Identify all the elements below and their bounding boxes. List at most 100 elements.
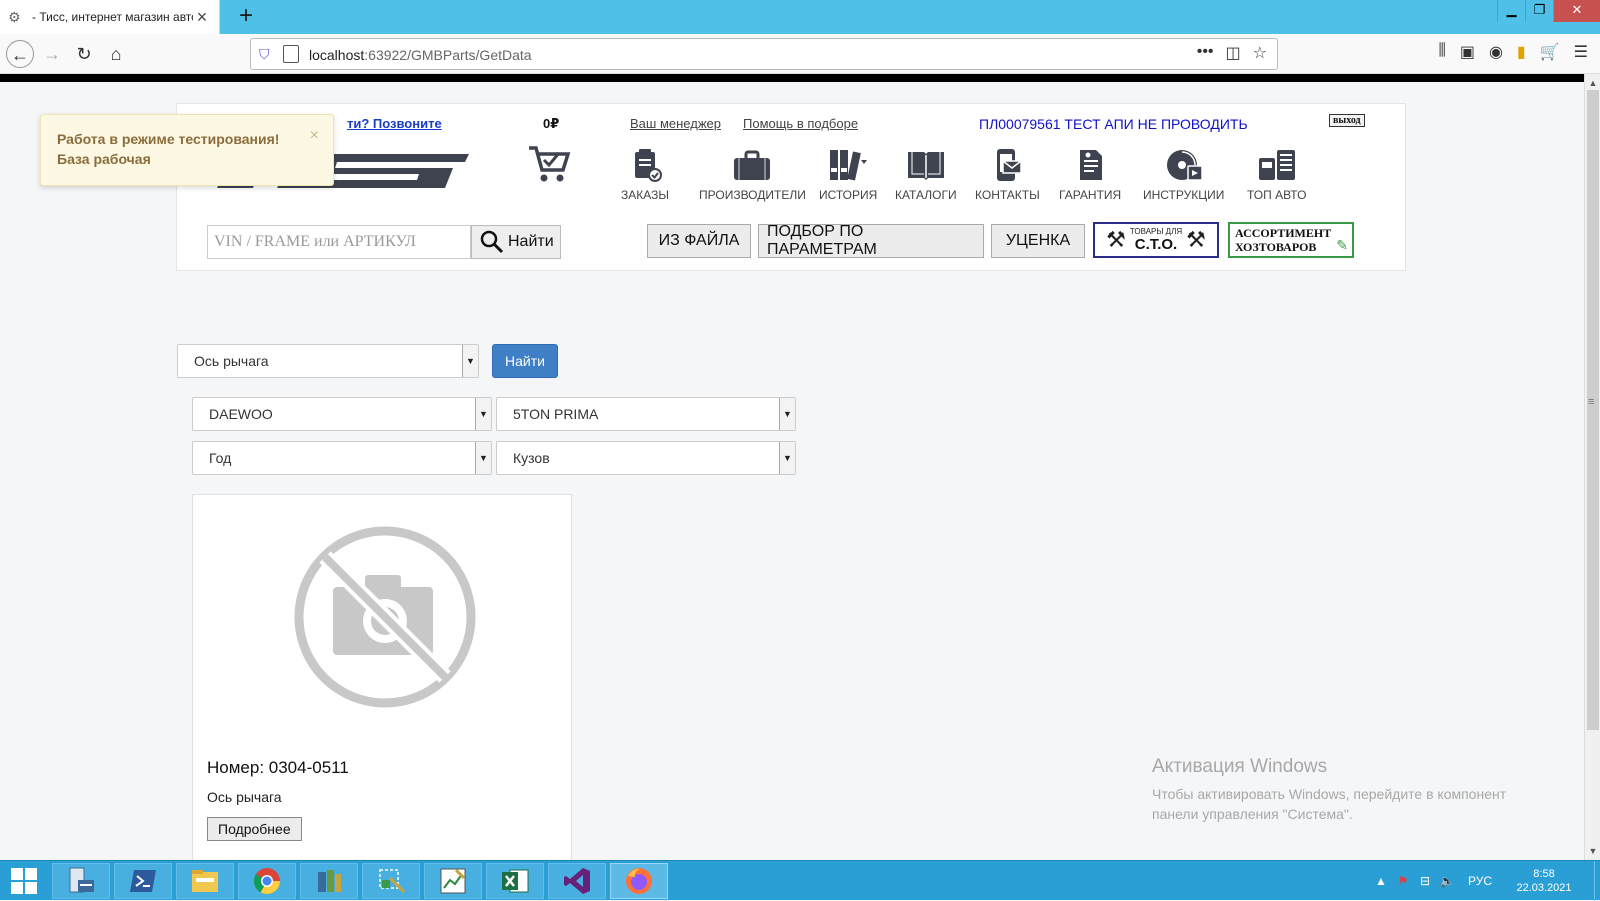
page-scrollbar[interactable]: ▲ ≡ ▼ xyxy=(1584,74,1600,860)
browser-nav-bar: ← → ↻ ⌂ ⛉ localhost:63922/GMBParts/GetDa… xyxy=(0,34,1600,74)
product-name: Ось рычага xyxy=(207,789,282,805)
page-viewport: ти? Позвоните 0₽ Ваш менеджер Помощь в п… xyxy=(0,82,1584,860)
menu-orders[interactable]: ЗАКАЗЫ xyxy=(621,148,669,202)
chevron-down-icon: ▼ xyxy=(475,398,491,430)
sto-goods-banner[interactable]: ⚒ ТОВАРЫ ДЛЯ С.Т.О. ⚒ xyxy=(1093,222,1219,258)
balance: 0₽ xyxy=(543,116,560,131)
details-button[interactable]: Подробнее xyxy=(207,817,302,841)
url-text: localhost:63922/GMBParts/GetData xyxy=(309,47,532,63)
exit-button[interactable]: выход xyxy=(1329,114,1365,127)
visual-studio-icon xyxy=(564,868,590,894)
scroll-down-icon[interactable]: ▼ xyxy=(1585,844,1600,858)
cart-icon[interactable] xyxy=(527,144,571,184)
cart-extension-icon[interactable]: 🛒 xyxy=(1540,42,1560,62)
year-select[interactable]: Год ▼ xyxy=(192,441,492,475)
menu-top-auto[interactable]: ТОП АВТО xyxy=(1247,148,1306,202)
taskbar-visual-studio[interactable] xyxy=(548,863,606,899)
shield-icon[interactable]: ⛉ xyxy=(259,46,275,62)
restore-button[interactable]: ❐ xyxy=(1525,0,1553,22)
firefox-icon xyxy=(626,868,652,894)
taskbar-firefox[interactable] xyxy=(610,863,668,899)
part-select[interactable]: Ось рычага ▼ xyxy=(177,344,479,378)
menu-warranty[interactable]: ГАРАНТИЯ xyxy=(1059,148,1121,202)
help-link[interactable]: Помощь в подборе xyxy=(743,116,858,131)
taskbar-excel[interactable] xyxy=(486,863,544,899)
menu-instructions[interactable]: ИНСТРУКЦИИ xyxy=(1143,148,1224,202)
back-button[interactable]: ← xyxy=(6,40,34,68)
home-button[interactable]: ⌂ xyxy=(102,40,130,68)
menu-catalogs[interactable]: КАТАЛОГИ xyxy=(895,148,957,202)
body-select[interactable]: Кузов ▼ xyxy=(496,441,796,475)
network-icon[interactable]: ⊟ xyxy=(1414,874,1436,888)
address-bar[interactable]: ⛉ localhost:63922/GMBParts/GetData ••• ◫… xyxy=(250,38,1278,70)
taskbar-app-chart[interactable] xyxy=(424,863,482,899)
household-goods-banner[interactable]: АССОРТИМЕНТ ХОЗТОВАРОВ ✎ xyxy=(1228,222,1354,258)
scroll-thumb[interactable] xyxy=(1587,90,1599,730)
pocket-icon[interactable]: ◫ xyxy=(1226,43,1241,63)
test-mode-toast: Работа в режиме тестирования! База рабоч… xyxy=(40,114,334,186)
volume-icon[interactable]: 🔈 xyxy=(1436,874,1458,888)
by-params-button[interactable]: ПОДБОР ПО ПАРАМЕТРАМ xyxy=(758,223,984,258)
disc-icon xyxy=(1166,150,1203,181)
brand-select[interactable]: DAEWOO ▼ xyxy=(192,397,492,431)
search-icon xyxy=(480,230,504,254)
menu-icon[interactable]: ☰ xyxy=(1574,42,1588,62)
phone-link[interactable]: ти? Позвоните xyxy=(347,116,442,131)
manager-link[interactable]: Ваш менеджер xyxy=(630,116,721,131)
minimize-button[interactable]: ▁ xyxy=(1497,0,1525,22)
discount-button[interactable]: УЦЕНКА xyxy=(991,224,1085,258)
menu-contacts[interactable]: КОНТАКТЫ xyxy=(975,148,1040,202)
gear-favicon-icon: ⚙ xyxy=(8,9,21,25)
sidebar-icon[interactable]: ▣ xyxy=(1460,42,1475,62)
menu-manufacturers[interactable]: ПРОИЗВОДИТЕЛИ xyxy=(699,148,806,202)
tools-icon: ⚒ xyxy=(1106,227,1126,252)
new-tab-button[interactable]: + xyxy=(232,2,260,30)
show-desktop-button[interactable] xyxy=(1594,861,1600,901)
book-icon xyxy=(907,152,944,180)
forward-button[interactable]: → xyxy=(38,40,66,68)
briefcase-icon xyxy=(734,150,771,180)
language-indicator[interactable]: РУС xyxy=(1468,874,1492,888)
taskbar-chrome[interactable] xyxy=(238,863,296,899)
chevron-down-icon: ▼ xyxy=(475,442,491,474)
taskbar-powershell[interactable] xyxy=(114,863,172,899)
action-center-icon[interactable]: ⚑ xyxy=(1392,874,1414,888)
server-manager-icon xyxy=(69,867,94,893)
account-icon[interactable]: ◉ xyxy=(1489,42,1503,62)
more-icon[interactable]: ••• xyxy=(1197,43,1214,63)
chevron-down-icon: ▼ xyxy=(462,345,478,377)
find-button[interactable]: Найти xyxy=(492,344,558,378)
grip-icon: ≡ xyxy=(1588,396,1595,408)
tray-expand-icon[interactable]: ▲ xyxy=(1370,874,1392,888)
menu-history[interactable]: ИСТОРИЯ xyxy=(819,148,877,202)
scroll-up-icon[interactable]: ▲ xyxy=(1585,76,1600,90)
account-name[interactable]: ПЛ00079561 ТЕСТ АПИ НЕ ПРОВОДИТЬ xyxy=(979,116,1248,132)
library-icon[interactable]: ⫼ xyxy=(1438,42,1445,62)
chevron-down-icon: ▼ xyxy=(779,442,795,474)
toast-close-icon[interactable]: × xyxy=(310,127,319,145)
from-file-button[interactable]: ИЗ ФАЙЛА xyxy=(647,224,751,258)
reload-button[interactable]: ↻ xyxy=(70,40,98,68)
chart-editor-icon xyxy=(440,868,466,894)
bookmark-star-icon[interactable]: ☆ xyxy=(1253,43,1267,63)
flag-icon[interactable]: ▮ xyxy=(1517,42,1526,62)
close-window-button[interactable]: ✕ xyxy=(1553,0,1600,22)
taskbar-file-manager[interactable] xyxy=(52,863,110,899)
vin-search-input[interactable]: VIN / FRAME или АРТИКУЛ xyxy=(207,225,471,259)
no-photo-icon xyxy=(294,526,476,708)
system-tray: ▲ ⚑ ⊟ 🔈 РУС 8:58 22.03.2021 xyxy=(1370,861,1600,901)
clock[interactable]: 8:58 22.03.2021 xyxy=(1506,867,1582,895)
tab-close-icon[interactable]: × xyxy=(193,7,211,28)
start-button[interactable] xyxy=(0,861,48,901)
taskbar-app-books[interactable] xyxy=(300,863,358,899)
activation-watermark-title: Активация Windows xyxy=(1152,756,1328,777)
search-button[interactable]: Найти xyxy=(471,225,561,259)
model-select[interactable]: 5TON PRIMA ▼ xyxy=(496,397,796,431)
site-header: ти? Позвоните 0₽ Ваш менеджер Помощь в п… xyxy=(176,103,1406,271)
excel-icon xyxy=(502,869,529,893)
books-icon xyxy=(318,870,341,892)
phone-mail-icon xyxy=(997,149,1023,181)
taskbar-app-tools[interactable] xyxy=(362,863,420,899)
taskbar-explorer[interactable] xyxy=(176,863,234,899)
browser-tab[interactable]: ⚙ - Тисс, интернет магазин авто × xyxy=(0,0,220,34)
